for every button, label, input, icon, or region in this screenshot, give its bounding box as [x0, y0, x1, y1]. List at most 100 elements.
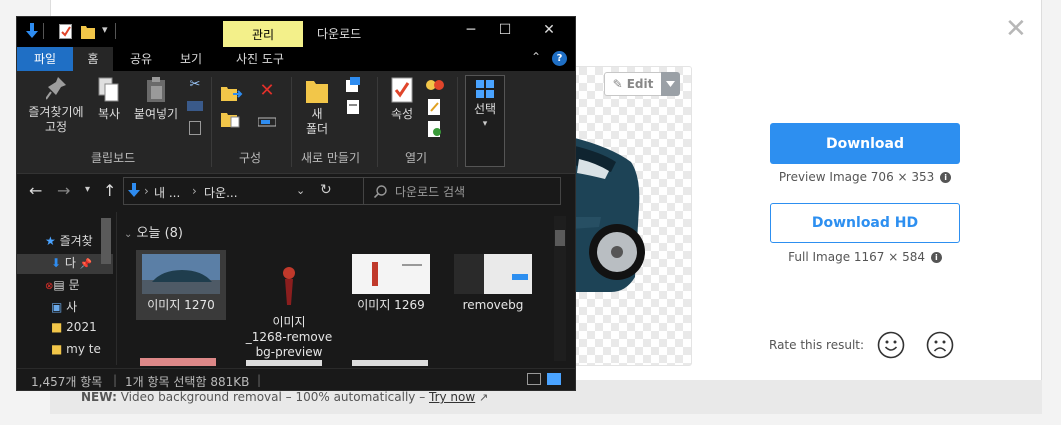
- pin-icon: [45, 77, 66, 100]
- image-preview: [570, 66, 692, 366]
- paste-shortcut-icon[interactable]: [189, 121, 201, 135]
- nav-item-pictures[interactable]: ▣ 사: [17, 298, 113, 318]
- chevron-down-icon: ⌄: [124, 229, 133, 240]
- group-header-today[interactable]: ⌄ 오늘 (8): [124, 222, 183, 241]
- back-arrow-icon[interactable]: ←: [29, 181, 42, 200]
- sad-face-icon[interactable]: [926, 331, 954, 359]
- properties-quick-icon[interactable]: [59, 24, 72, 39]
- rate-label: Rate this result:: [769, 338, 865, 352]
- file-item-partial[interactable]: [352, 360, 428, 366]
- nav-item-my-folder[interactable]: ■ my te: [17, 342, 113, 362]
- window-title: 다운로드: [317, 27, 362, 41]
- folder-icon: ■: [51, 342, 63, 356]
- nav-label: 다: [64, 256, 76, 270]
- move-to-button[interactable]: [219, 85, 245, 107]
- scrollbar-thumb[interactable]: [555, 230, 565, 246]
- open-button[interactable]: [423, 77, 447, 97]
- nav-item-documents[interactable]: ⊗▤ 문: [17, 276, 113, 296]
- file-item[interactable]: 이미지 1270: [136, 250, 226, 320]
- close-icon[interactable]: ✕: [1005, 16, 1027, 42]
- download-button[interactable]: Download: [770, 123, 960, 164]
- nav-item-downloads[interactable]: ⬇ 다 📌: [17, 254, 113, 274]
- car-image: [571, 137, 645, 292]
- chevron-down-icon: [666, 81, 675, 87]
- pin-to-quick-access-button[interactable]: 즐겨찾기에 고정: [21, 77, 91, 135]
- paste-icon: [147, 77, 165, 102]
- rename-icon: [257, 117, 277, 127]
- up-arrow-icon[interactable]: ↑: [103, 181, 116, 200]
- nav-item-quick-access[interactable]: ★ 즐겨찾: [17, 232, 113, 252]
- breadcrumb-downloads[interactable]: 다운...: [204, 184, 238, 201]
- happy-face-icon[interactable]: [877, 331, 905, 359]
- address-bar[interactable]: › 내 ... › 다운... ⌄ ↻: [123, 177, 373, 205]
- rename-button[interactable]: [255, 115, 279, 133]
- copy-path-icon[interactable]: [187, 101, 203, 111]
- paste-button[interactable]: 붙여넣기: [131, 77, 181, 122]
- edit-dropdown-button[interactable]: [661, 72, 680, 96]
- tab-view[interactable]: 보기: [171, 47, 211, 71]
- forward-arrow-icon[interactable]: →: [57, 181, 70, 200]
- help-icon[interactable]: ?: [552, 51, 567, 66]
- select-button[interactable]: 선택 ▾: [465, 75, 505, 167]
- tab-home[interactable]: 홈: [73, 47, 113, 71]
- info-icon[interactable]: i: [930, 252, 942, 263]
- file-item[interactable]: 이미지 _1268-remove bg-preview: [244, 250, 334, 359]
- properties-button[interactable]: 속성: [385, 77, 419, 122]
- cut-icon[interactable]: ✂: [187, 77, 203, 92]
- nav-label: 사: [66, 300, 78, 314]
- download-arrow-icon: ⬇: [51, 256, 62, 270]
- nav-scrollbar[interactable]: [101, 218, 111, 264]
- new-badge: NEW:: [81, 390, 117, 404]
- close-window-icon[interactable]: ✕: [539, 22, 559, 38]
- history-button[interactable]: [423, 121, 447, 141]
- chevron-down-icon[interactable]: ⌄: [296, 184, 305, 197]
- file-item[interactable]: removebg: [448, 250, 538, 320]
- edit-file-button[interactable]: [423, 99, 447, 119]
- tab-picture-tools[interactable]: 사진 도구: [225, 47, 295, 71]
- refresh-icon[interactable]: ↻: [320, 182, 332, 198]
- easy-access-button[interactable]: [341, 99, 365, 119]
- copy-label: 복사: [97, 107, 121, 121]
- customize-toolbar-icon[interactable]: ▾: [102, 23, 108, 36]
- file-item-partial[interactable]: [246, 360, 322, 366]
- new-item-icon: [346, 77, 360, 92]
- properties-label: 속성: [390, 107, 414, 121]
- copy-icon: [98, 77, 119, 102]
- info-icon[interactable]: i: [940, 172, 952, 183]
- new-folder-quick-icon[interactable]: [81, 24, 95, 39]
- copy-button[interactable]: 복사: [93, 77, 125, 122]
- navigation-pane: ★ 즐겨찾 ⬇ 다 📌 ⊗▤ 문 ▣ 사 ■ 2021 ■ my te: [17, 212, 117, 365]
- file-thumbnail: [142, 254, 220, 294]
- file-explorer-window: ▾ 관리 다운로드 ─ ☐ ✕ 파일 홈 공유 보기 사진 도구 ⌃ ? 즐겨찾…: [16, 16, 576, 391]
- edit-button[interactable]: ✎ Edit: [604, 72, 662, 96]
- search-box[interactable]: 다운로드 검색: [363, 177, 561, 205]
- group-organize-label: 구성: [239, 151, 262, 165]
- navigation-bar: ← → ▾ ↑ › 내 ... › 다운... ⌄ ↻ 다운로드 검색: [17, 175, 575, 211]
- breadcrumb-this-pc[interactable]: 내 ...: [154, 184, 180, 201]
- download-hd-button[interactable]: Download HD: [770, 203, 960, 243]
- file-name: removebg: [462, 298, 524, 312]
- chevron-up-icon[interactable]: ⌃: [531, 50, 541, 64]
- recent-locations-icon[interactable]: ▾: [85, 184, 90, 195]
- try-now-link[interactable]: Try now: [429, 390, 475, 404]
- nav-item-2021[interactable]: ■ 2021: [17, 320, 113, 340]
- tab-share[interactable]: 공유: [121, 47, 161, 71]
- star-icon: ★: [45, 234, 56, 248]
- file-name: 이미지 1270: [147, 298, 215, 312]
- copy-to-button[interactable]: [219, 111, 245, 133]
- new-item-button[interactable]: [341, 77, 365, 97]
- large-icons-view-icon[interactable]: [547, 373, 561, 385]
- new-folder-button[interactable]: 새 폴더: [299, 79, 335, 137]
- tab-manage[interactable]: 관리: [223, 21, 303, 47]
- details-view-icon[interactable]: [527, 373, 541, 385]
- properties-icon: [391, 77, 413, 103]
- file-item-partial[interactable]: [140, 358, 216, 366]
- delete-icon[interactable]: ✕: [255, 82, 279, 100]
- picture-icon: ▣: [51, 300, 63, 314]
- file-item[interactable]: 이미지 1269: [346, 250, 436, 320]
- content-scrollbar[interactable]: [554, 216, 566, 361]
- maximize-icon[interactable]: ☐: [495, 22, 515, 38]
- status-bar: 1,457개 항목 | 1개 항목 선택함 881KB |: [17, 368, 575, 390]
- minimize-icon[interactable]: ─: [461, 22, 481, 38]
- tab-file[interactable]: 파일: [17, 47, 73, 71]
